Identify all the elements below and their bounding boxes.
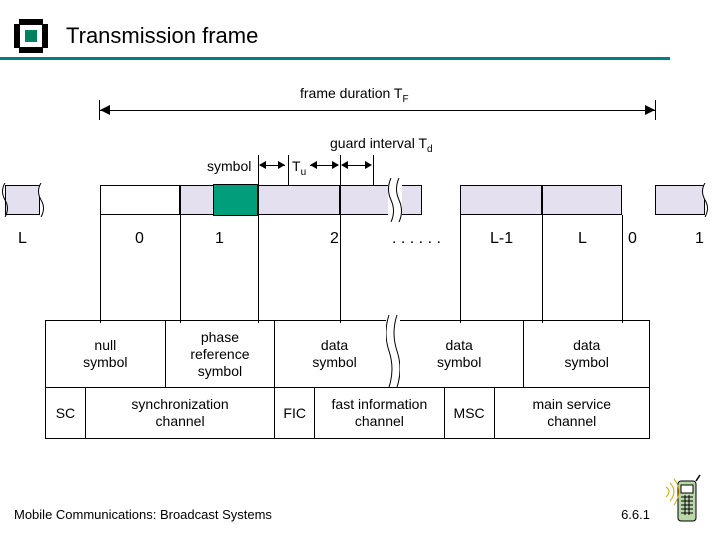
idx-0r: 0	[628, 230, 637, 248]
tu-label: Tu	[292, 158, 306, 178]
channel-table: nullsymbol phasereferencesymbol datasymb…	[45, 320, 650, 439]
cell-sync-ch: synchronizationchannel	[86, 388, 275, 438]
phone-icon	[664, 473, 706, 528]
cell-data-2: datasymbol	[395, 321, 525, 388]
diagram: frame duration TF guard interval Td symb…	[0, 70, 720, 490]
idx-L-right: L	[578, 230, 587, 248]
logo-icon	[14, 19, 48, 53]
idx-L-left: L	[18, 230, 27, 248]
footer-text: Mobile Communications: Broadcast Systems	[14, 507, 272, 522]
cell-fic-ch: fast informationchannel	[315, 388, 445, 438]
cell-msc-ch: main servicechannel	[495, 388, 649, 438]
symbol-track	[0, 185, 720, 215]
cell-phase-ref: phasereferencesymbol	[166, 321, 276, 388]
frame-duration-label: frame duration TF	[300, 85, 409, 105]
cell-data-1: datasymbol	[275, 321, 395, 388]
cell-data-3: datasymbol	[524, 321, 649, 388]
cell-msc: MSC	[445, 388, 495, 438]
cell-fic: FIC	[275, 388, 315, 438]
page-title: Transmission frame	[66, 23, 258, 49]
idx-Lm1: L-1	[490, 230, 513, 248]
cell-null-symbol: nullsymbol	[46, 321, 166, 388]
idx-1: 1	[215, 230, 224, 248]
idx-0: 0	[135, 230, 144, 248]
symbol-label: symbol	[207, 158, 251, 174]
guard-interval-label: guard interval Td	[330, 135, 433, 155]
slide-number: 6.6.1	[621, 507, 650, 522]
idx-2: 2	[330, 230, 339, 248]
idx-1r: 1	[695, 230, 704, 248]
cell-sc: SC	[46, 388, 86, 438]
idx-dots: . . . . . .	[392, 230, 441, 248]
